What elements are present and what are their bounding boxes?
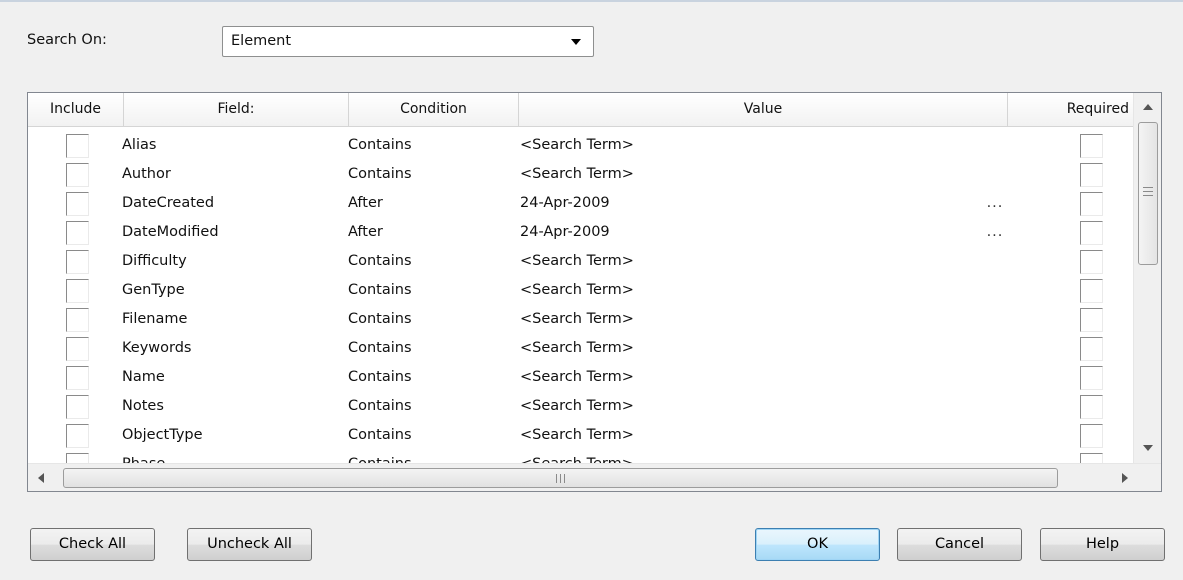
table-row: DateModified After 24-Apr-2009... [28, 221, 1133, 250]
column-header-required[interactable]: Required [1008, 93, 1133, 127]
horizontal-scrollbar[interactable] [28, 463, 1161, 491]
arrow-left-icon[interactable] [38, 473, 44, 483]
grip-icon [1143, 187, 1153, 196]
include-checkbox[interactable] [66, 134, 89, 158]
field-cell[interactable]: DateCreated [122, 195, 214, 211]
table-row: Difficulty Contains <Search Term> [28, 250, 1133, 279]
value-cell[interactable]: <Search Term> [520, 166, 634, 182]
cancel-button[interactable]: Cancel [897, 528, 1022, 561]
search-on-selected-value: Element [231, 33, 292, 49]
horizontal-scroll-thumb[interactable] [63, 468, 1058, 488]
search-on-label: Search On: [27, 32, 107, 48]
include-checkbox[interactable] [66, 366, 89, 390]
arrow-down-icon[interactable] [1143, 445, 1153, 451]
vertical-scroll-thumb[interactable] [1138, 122, 1158, 265]
chevron-down-icon [571, 39, 581, 45]
ellipsis-button[interactable]: ... [983, 224, 1007, 240]
field-cell[interactable]: ObjectType [122, 427, 203, 443]
required-checkbox[interactable] [1080, 250, 1103, 274]
condition-cell[interactable]: Contains [348, 282, 412, 298]
condition-cell[interactable]: Contains [348, 369, 412, 385]
table-row: Notes Contains <Search Term> [28, 395, 1133, 424]
value-cell[interactable]: <Search Term> [520, 427, 634, 443]
field-cell[interactable]: Author [122, 166, 171, 182]
uncheck-all-button[interactable]: Uncheck All [187, 528, 312, 561]
table-row: ObjectType Contains <Search Term> [28, 424, 1133, 453]
required-checkbox[interactable] [1080, 424, 1103, 448]
check-all-button[interactable]: Check All [30, 528, 155, 561]
table-row: GenType Contains <Search Term> [28, 279, 1133, 308]
value-cell[interactable]: 24-Apr-2009 [520, 224, 610, 240]
arrow-up-icon[interactable] [1143, 104, 1153, 110]
field-cell[interactable]: Name [122, 369, 165, 385]
required-checkbox[interactable] [1080, 279, 1103, 303]
condition-cell[interactable]: Contains [348, 398, 412, 414]
column-header-include[interactable]: Include [28, 93, 124, 127]
required-checkbox[interactable] [1080, 308, 1103, 332]
window-top-edge [0, 0, 1183, 2]
value-cell[interactable]: <Search Term> [520, 398, 634, 414]
column-header-field[interactable]: Field: [124, 93, 349, 127]
help-button[interactable]: Help [1040, 528, 1165, 561]
column-header-condition[interactable]: Condition [349, 93, 519, 127]
arrow-right-icon[interactable] [1122, 473, 1128, 483]
table-row: Author Contains <Search Term> [28, 163, 1133, 192]
include-checkbox[interactable] [66, 308, 89, 332]
table-row: Alias Contains <Search Term> [28, 134, 1133, 163]
include-checkbox[interactable] [66, 279, 89, 303]
include-checkbox[interactable] [66, 395, 89, 419]
table-row: DateCreated After 24-Apr-2009... [28, 192, 1133, 221]
required-checkbox[interactable] [1080, 395, 1103, 419]
table-row: Keywords Contains <Search Term> [28, 337, 1133, 366]
search-fields-grid: Include Field: Condition Value Required … [27, 92, 1162, 492]
condition-cell[interactable]: Contains [348, 340, 412, 356]
required-checkbox[interactable] [1080, 366, 1103, 390]
value-cell[interactable]: <Search Term> [520, 311, 634, 327]
value-cell[interactable]: <Search Term> [520, 137, 634, 153]
field-cell[interactable]: DateModified [122, 224, 219, 240]
column-header-value[interactable]: Value [519, 93, 1008, 127]
ok-button[interactable]: OK [755, 528, 880, 561]
grid-header: Include Field: Condition Value Required [28, 93, 1133, 127]
required-checkbox[interactable] [1080, 221, 1103, 245]
value-cell[interactable]: 24-Apr-2009 [520, 195, 610, 211]
condition-cell[interactable]: Contains [348, 137, 412, 153]
include-checkbox[interactable] [66, 424, 89, 448]
condition-cell[interactable]: Contains [348, 311, 412, 327]
field-cell[interactable]: Difficulty [122, 253, 187, 269]
include-checkbox[interactable] [66, 221, 89, 245]
value-cell[interactable]: <Search Term> [520, 340, 634, 356]
field-cell[interactable]: Keywords [122, 340, 191, 356]
grip-icon [556, 474, 565, 483]
field-cell[interactable]: GenType [122, 282, 185, 298]
ellipsis-button[interactable]: ... [983, 195, 1007, 211]
include-checkbox[interactable] [66, 163, 89, 187]
required-checkbox[interactable] [1080, 192, 1103, 216]
required-checkbox[interactable] [1080, 337, 1103, 361]
vertical-scrollbar[interactable] [1133, 93, 1161, 464]
field-cell[interactable]: Alias [122, 137, 156, 153]
value-cell[interactable]: <Search Term> [520, 282, 634, 298]
field-cell[interactable]: Notes [122, 398, 164, 414]
table-row: Filename Contains <Search Term> [28, 308, 1133, 337]
include-checkbox[interactable] [66, 250, 89, 274]
condition-cell[interactable]: Contains [348, 166, 412, 182]
value-cell[interactable]: <Search Term> [520, 253, 634, 269]
field-cell[interactable]: Filename [122, 311, 187, 327]
condition-cell[interactable]: After [348, 195, 383, 211]
condition-cell[interactable]: Contains [348, 427, 412, 443]
table-row: Name Contains <Search Term> [28, 366, 1133, 395]
condition-cell[interactable]: Contains [348, 253, 412, 269]
include-checkbox[interactable] [66, 192, 89, 216]
condition-cell[interactable]: After [348, 224, 383, 240]
include-checkbox[interactable] [66, 337, 89, 361]
required-checkbox[interactable] [1080, 134, 1103, 158]
search-on-dropdown[interactable]: Element [222, 26, 594, 57]
required-checkbox[interactable] [1080, 163, 1103, 187]
value-cell[interactable]: <Search Term> [520, 369, 634, 385]
